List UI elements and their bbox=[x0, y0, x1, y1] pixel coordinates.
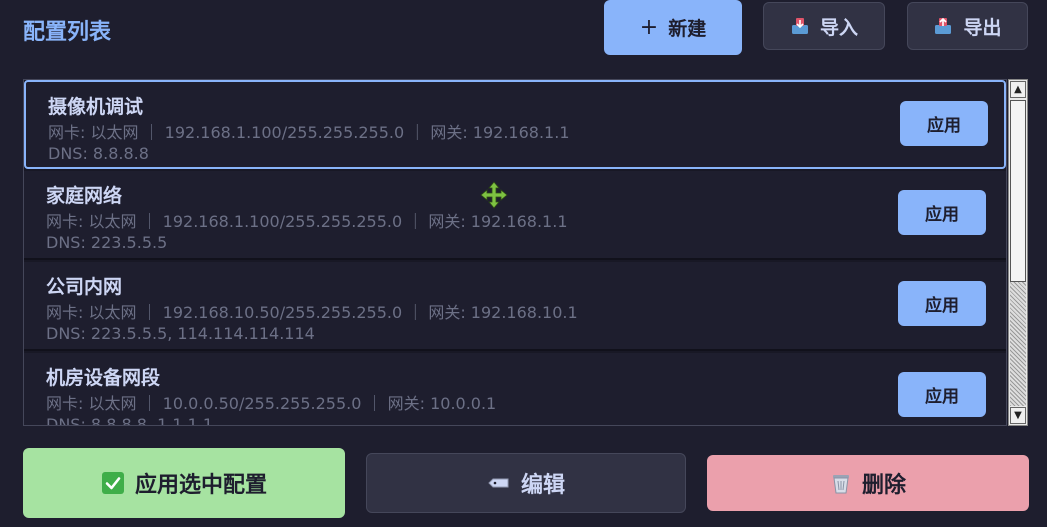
plus-icon: + bbox=[639, 15, 659, 40]
new-button-label: 新建 bbox=[668, 18, 707, 40]
check-mark-icon bbox=[101, 471, 125, 495]
edit-label: 编辑 bbox=[520, 473, 565, 498]
profile-row[interactable]: 公司内网 网卡: 以太网 ｜ 192.168.10.50/255.255.255… bbox=[24, 262, 1006, 351]
profile-name: 家庭网络 bbox=[46, 185, 123, 207]
profile-row[interactable]: 机房设备网段 网卡: 以太网 ｜ 10.0.0.50/255.255.255.0… bbox=[24, 353, 1006, 426]
list-scrollbar[interactable]: ▲ ▼ bbox=[1008, 79, 1028, 426]
trash-icon bbox=[830, 471, 852, 495]
scroll-down-icon[interactable]: ▼ bbox=[1010, 407, 1026, 424]
delete-label: 删除 bbox=[861, 473, 906, 498]
scrollbar-track[interactable] bbox=[1010, 282, 1026, 406]
profile-dns: DNS: 223.5.5.5 bbox=[46, 233, 168, 252]
profile-info: 网卡: 以太网 ｜ 10.0.0.50/255.255.255.0 ｜ 网关: … bbox=[46, 394, 497, 413]
scroll-up-icon[interactable]: ▲ bbox=[1010, 81, 1026, 98]
import-button-label: 导入 bbox=[819, 16, 858, 39]
profile-info: 网卡: 以太网 ｜ 192.168.10.50/255.255.255.0 ｜ … bbox=[46, 303, 578, 322]
delete-button[interactable]: 删除 bbox=[707, 455, 1029, 511]
apply-button[interactable]: 应用 bbox=[900, 101, 988, 146]
apply-selected-label: 应用选中配置 bbox=[134, 473, 267, 498]
import-button[interactable]: 导入 bbox=[763, 2, 885, 50]
edit-button[interactable]: 编辑 bbox=[366, 453, 686, 513]
profile-info: 网卡: 以太网 ｜ 192.168.1.100/255.255.255.0 ｜ … bbox=[48, 123, 570, 142]
apply-selected-button[interactable]: 应用选中配置 bbox=[23, 448, 345, 518]
profile-name: 摄像机调试 bbox=[48, 96, 144, 118]
profile-dns: DNS: 223.5.5.5, 114.114.114.114 bbox=[46, 324, 315, 343]
profile-list[interactable]: 摄像机调试 网卡: 以太网 ｜ 192.168.1.100/255.255.25… bbox=[23, 79, 1007, 426]
apply-button[interactable]: 应用 bbox=[898, 372, 986, 417]
page-title: 配置列表 bbox=[23, 20, 112, 45]
apply-button[interactable]: 应用 bbox=[898, 190, 986, 235]
profile-info: 网卡: 以太网 ｜ 192.168.1.100/255.255.255.0 ｜ … bbox=[46, 212, 568, 231]
scrollbar-thumb[interactable] bbox=[1010, 100, 1026, 282]
export-button-label: 导出 bbox=[963, 16, 1002, 39]
profile-name: 机房设备网段 bbox=[46, 367, 161, 389]
pencil-icon bbox=[487, 476, 511, 490]
apply-button[interactable]: 应用 bbox=[898, 281, 986, 326]
export-button[interactable]: 导出 bbox=[907, 2, 1028, 50]
profile-name: 公司内网 bbox=[46, 276, 123, 298]
new-button[interactable]: + 新建 bbox=[604, 0, 742, 55]
profile-dns: DNS: 8.8.8.8 bbox=[48, 144, 149, 163]
outbox-tray-icon bbox=[933, 16, 953, 36]
inbox-tray-icon bbox=[790, 16, 810, 36]
profile-row[interactable]: 家庭网络 网卡: 以太网 ｜ 192.168.1.100/255.255.255… bbox=[24, 171, 1006, 260]
profile-row[interactable]: 摄像机调试 网卡: 以太网 ｜ 192.168.1.100/255.255.25… bbox=[24, 80, 1006, 169]
move-cursor-icon bbox=[480, 181, 508, 209]
profile-dns: DNS: 8.8.8.8, 1.1.1.1 bbox=[46, 415, 214, 426]
